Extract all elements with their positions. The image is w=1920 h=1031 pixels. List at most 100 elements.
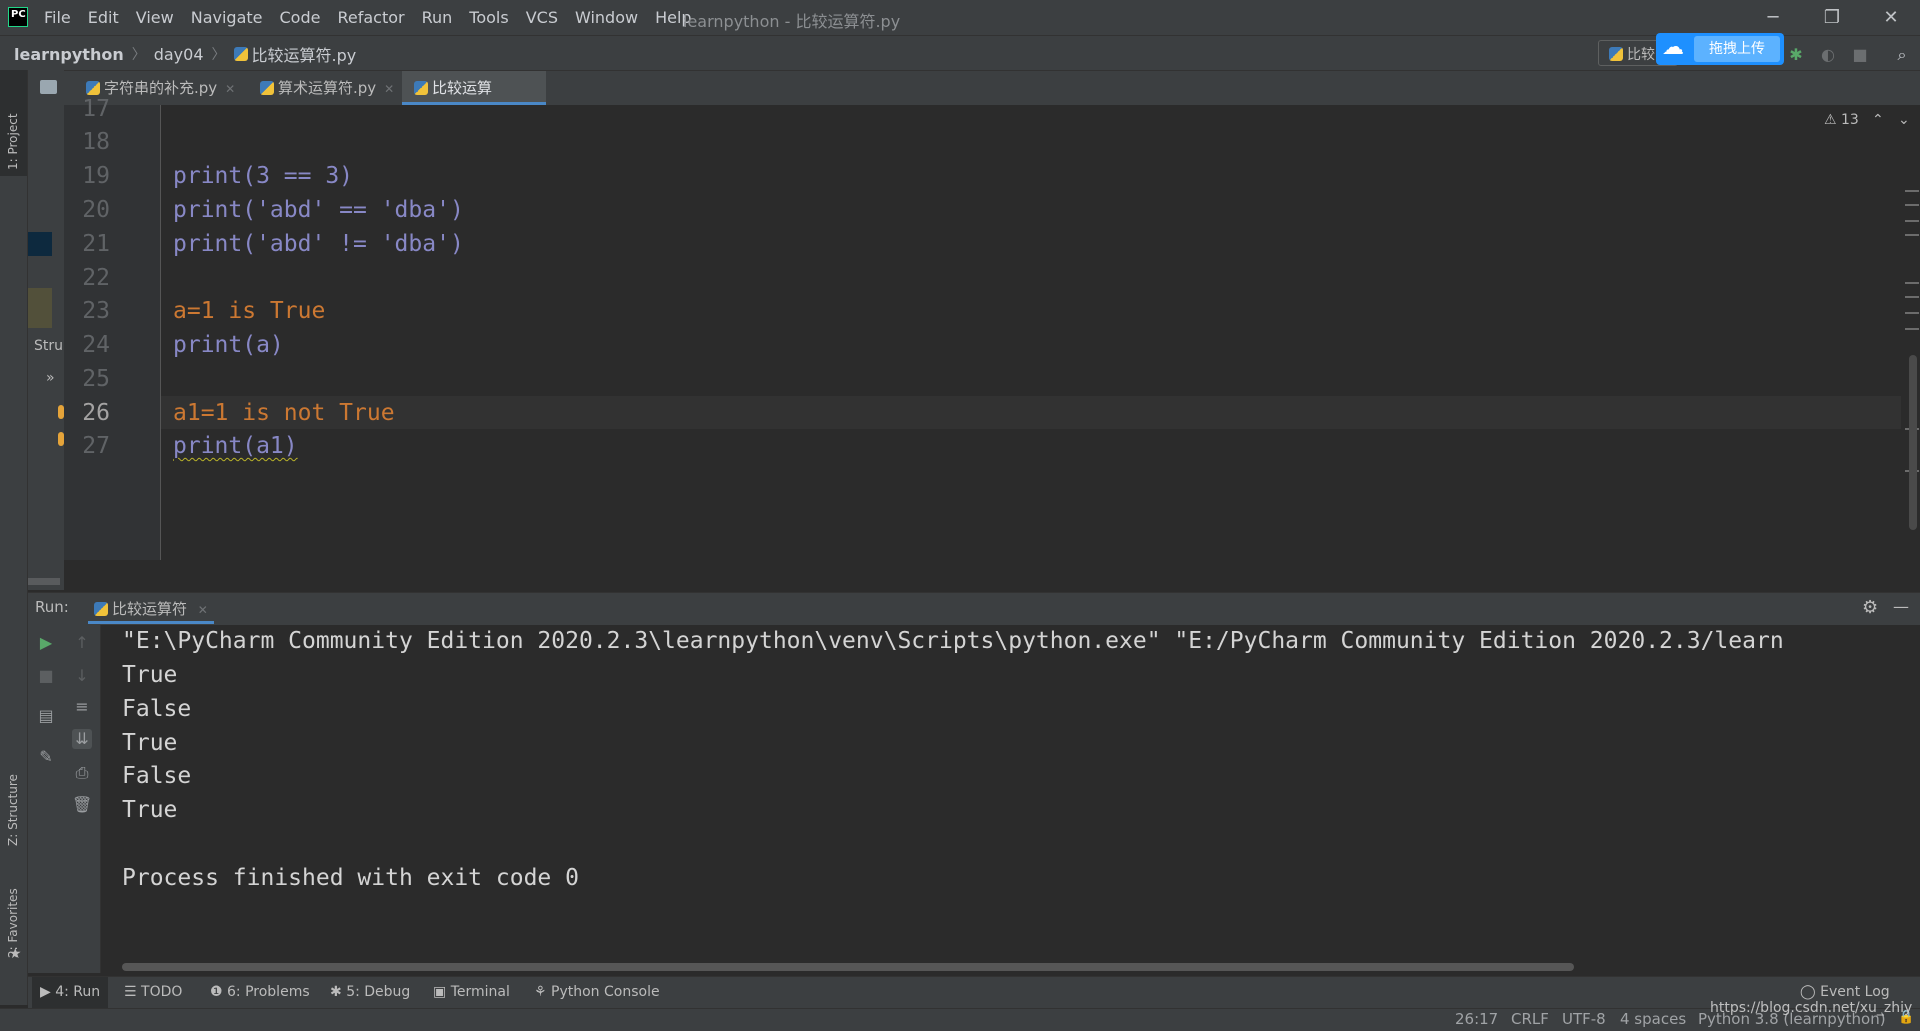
menu-run[interactable]: Run [422,8,453,27]
menu-view[interactable]: View [136,8,174,27]
line-number: 17 [82,96,110,122]
close-tab-icon[interactable]: ✕ [384,82,394,96]
breadcrumb-folder[interactable]: day04 [154,45,204,64]
line-separator[interactable]: CRLF [1511,1010,1549,1028]
tab-arithmetic-operators[interactable]: 算术运算符.py ✕ [248,71,408,105]
restore-layout-icon[interactable]: ▤ [36,706,56,726]
warning-mark[interactable] [1905,296,1919,298]
stop-icon[interactable]: ■ [1850,45,1870,65]
breadcrumb-file[interactable]: 比较运算符.py [252,42,357,66]
close-tab-icon[interactable]: ✕ [225,82,235,96]
restore-button[interactable]: ❐ [1803,0,1861,35]
menu-edit[interactable]: Edit [88,8,119,27]
python-file-icon [86,81,100,95]
selected-tree-row[interactable] [28,232,52,256]
gear-icon[interactable]: ⚙ [1862,597,1878,618]
tool-tab-python-console[interactable]: ⚘ Python Console [534,984,660,1000]
console-output-line: True [122,730,178,756]
debug-bug-icon[interactable]: ✱ [1786,45,1806,65]
event-log-button[interactable]: ◯ Event Log [1800,984,1890,1000]
coverage-icon[interactable]: ◐ [1818,45,1838,65]
code-line[interactable]: print('abd' != 'dba') [173,231,464,257]
line-number: 27 [82,433,110,459]
project-pane-scrollbar[interactable] [28,578,60,585]
tool-tab-todo[interactable]: ☰ TODO [124,984,182,1000]
file-encoding[interactable]: UTF-8 [1562,1010,1606,1028]
hide-panel-icon[interactable]: — [1893,597,1909,616]
warning-mark[interactable] [1905,234,1919,236]
cloud-icon: ☁ [1662,35,1684,60]
down-stack-icon[interactable]: ↓ [72,666,92,686]
warning-mark[interactable] [1905,190,1919,192]
close-run-tab-icon[interactable]: ✕ [198,603,208,617]
soft-wrap-icon[interactable]: ≡ [72,697,92,717]
stop-icon[interactable]: ■ [36,666,56,686]
trash-icon[interactable]: 🗑 [72,795,92,815]
python-file-icon [94,602,108,616]
tool-tab-debug[interactable]: ✱ 5: Debug [330,984,410,1000]
project-tool-tab[interactable]: 1: Project [0,70,27,176]
code-line-text: print(a1) [173,433,298,459]
warnings-indicator[interactable]: ⚠ 13 [1824,112,1859,128]
breadcrumb-separator: 〉 [131,47,146,63]
tool-tab-run[interactable]: ▶ 4: Run [40,984,100,1000]
previous-highlight-icon[interactable]: ⌃ [1872,112,1884,128]
python-file-icon [233,47,248,61]
run-console[interactable] [101,625,1920,975]
line-number: 24 [82,332,110,358]
expand-icon[interactable]: » [46,370,55,386]
tab-comparison-operators[interactable]: 比较运算符.py✕ [402,71,546,131]
code-line-text: print(3 == 3) [173,163,354,189]
menu-refactor[interactable]: Refactor [337,8,404,27]
run-toolbar-primary: ▶ ■ ▤ ✎ [28,625,64,973]
line-number: 21 [82,231,110,257]
editor-vertical-scrollbar[interactable] [1909,355,1917,530]
breadcrumb-project[interactable]: learnpython [14,45,124,64]
baidu-upload-overlay[interactable]: ☁ 拖拽上传 [1656,33,1784,65]
code-line[interactable]: print(a1) [173,433,298,459]
run-tab-comparison[interactable]: 比较运算符 ✕ [88,594,214,624]
warning-mark[interactable] [1905,282,1919,284]
code-line[interactable]: a1=1 is not True [173,400,395,426]
menu-window[interactable]: Window [575,8,638,27]
code-editor[interactable] [161,105,1920,560]
code-line[interactable]: print('abd' == 'dba') [173,197,464,223]
console-output-line: True [122,797,178,823]
menu-code[interactable]: Code [280,8,321,27]
upload-button[interactable]: 拖拽上传 [1694,36,1780,62]
scroll-to-end-icon[interactable]: ⇊ [72,729,92,749]
menu-tools[interactable]: Tools [469,8,508,27]
pin-tab-icon[interactable]: ✎ [36,747,56,767]
caret-position[interactable]: 26:17 [1455,1010,1498,1028]
highlighted-tree-row[interactable] [28,288,52,328]
tool-tab-terminal[interactable]: ▣ Terminal [433,984,510,1000]
code-line[interactable]: print(a) [173,332,284,358]
console-horizontal-scrollbar[interactable] [122,963,1574,971]
structure-tool-tab[interactable]: Z: Structure [0,740,27,850]
search-icon[interactable]: ⌕ [1892,45,1912,65]
code-line[interactable]: print(3 == 3) [173,163,353,189]
indent-setting[interactable]: 4 spaces [1620,1010,1686,1028]
folder-icon[interactable] [40,80,57,94]
rerun-icon[interactable]: ▶ [36,633,56,653]
close-window-button[interactable]: ✕ [1862,0,1920,35]
warning-mark[interactable] [1905,204,1919,206]
warning-mark[interactable] [1905,220,1919,222]
minimize-button[interactable]: ─ [1744,0,1802,35]
next-highlight-icon[interactable]: ⌄ [1898,112,1910,128]
code-line[interactable]: a=1 is True [173,298,325,324]
warning-mark[interactable] [1905,312,1919,314]
code-line-text: a1=1 is not True [173,400,395,426]
line-number-current: 26 [82,400,110,426]
warning-mark[interactable] [1905,328,1919,330]
python-console-icon: ⚘ [534,984,552,1000]
watermark-text: https://blog.csdn.net/xu_zhiy [1710,1000,1913,1016]
console-output-line: False [122,696,192,722]
console-output-line: False [122,763,192,789]
menu-navigate[interactable]: Navigate [191,8,263,27]
print-icon[interactable]: ⎙ [72,763,92,783]
menu-vcs[interactable]: VCS [526,8,558,27]
tool-tab-problems[interactable]: ❶ 6: Problems [210,984,310,1000]
menu-file[interactable]: File [44,8,71,27]
up-stack-icon[interactable]: ↑ [72,633,92,653]
